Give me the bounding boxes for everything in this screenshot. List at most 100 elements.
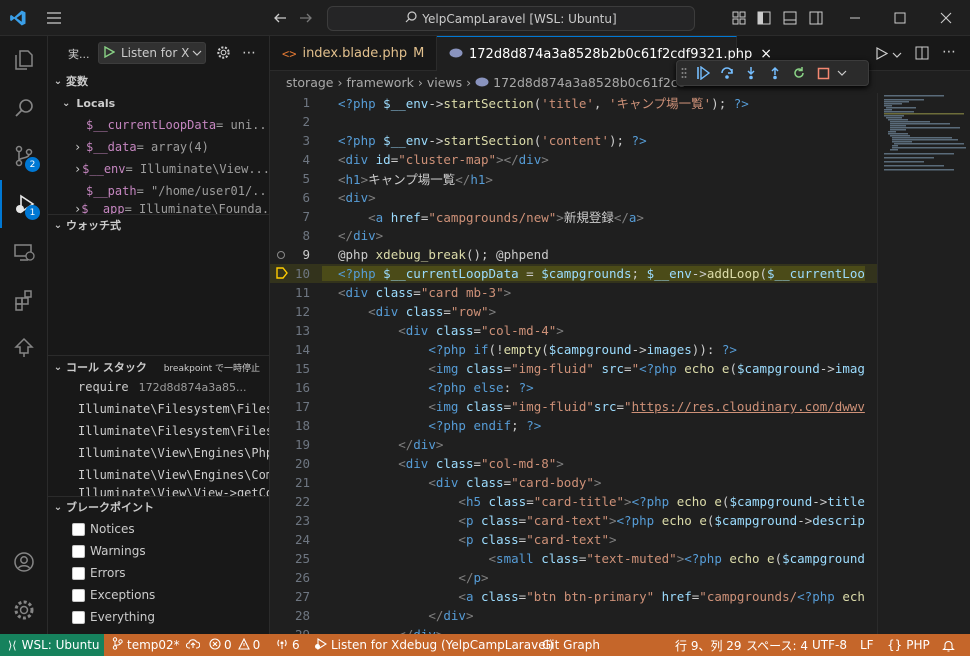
line-number[interactable]: 18 bbox=[270, 418, 322, 433]
breadcrumb-item[interactable]: views bbox=[427, 75, 462, 90]
code-line[interactable]: 16 <?php else: ?> bbox=[270, 378, 877, 397]
breakpoints-section-header[interactable]: ⌄ ブレークポイント bbox=[48, 496, 269, 518]
line-number[interactable]: 12 bbox=[270, 304, 322, 319]
variable-row[interactable]: $__path = "/home/user01/... bbox=[48, 180, 269, 202]
back-arrow-icon[interactable] bbox=[270, 8, 290, 28]
code-line[interactable]: 20 <div class="col-md-8"> bbox=[270, 454, 877, 473]
run-debug-icon[interactable]: 1 bbox=[0, 180, 48, 228]
line-number[interactable]: 4 bbox=[270, 152, 322, 167]
line-number[interactable]: 20 bbox=[270, 456, 322, 471]
breadcrumb-item[interactable]: 172d8d874a3a8528b0c61f2cc bbox=[493, 75, 684, 90]
git-graph-icon[interactable] bbox=[0, 324, 48, 372]
debug-status[interactable]: Listen for Xdebug (YelpCampLaravel) bbox=[314, 634, 554, 656]
callstack-frame[interactable]: require 172d8d874a3a85... bbox=[48, 376, 269, 398]
code-editor[interactable]: 1 <?php $__env->startSection('title', 'キャ… bbox=[270, 93, 877, 634]
line-number[interactable]: 6 bbox=[270, 190, 322, 205]
code-line[interactable]: 24 <p class="card-text"> bbox=[270, 530, 877, 549]
toggle-sidebar-icon[interactable] bbox=[755, 9, 773, 27]
breakpoint-item[interactable]: Errors bbox=[48, 562, 269, 584]
line-number[interactable]: 2 bbox=[270, 114, 322, 129]
variable-row[interactable]: › $__env = Illuminate\View... bbox=[48, 158, 269, 180]
code-line[interactable]: 22 <h5 class="card-title"><?php echo e($… bbox=[270, 492, 877, 511]
callstack-frame[interactable]: Illuminate\View\Engines\Php bbox=[48, 442, 269, 464]
breadcrumb-item[interactable]: framework bbox=[347, 75, 414, 90]
step-out-icon[interactable] bbox=[763, 61, 787, 85]
line-number[interactable]: 17 bbox=[270, 399, 322, 414]
code-line[interactable]: 19 </div> bbox=[270, 435, 877, 454]
line-number[interactable]: 9 bbox=[270, 247, 322, 262]
code-line[interactable]: 9 @php xdebug_break(); @phpend bbox=[270, 245, 877, 264]
line-number[interactable]: 8 bbox=[270, 228, 322, 243]
callstack-frame[interactable]: Illuminate\Filesystem\Files bbox=[48, 398, 269, 420]
more-actions-icon[interactable]: ⋯ bbox=[942, 44, 956, 60]
chevron-down-icon[interactable] bbox=[892, 48, 902, 62]
line-number[interactable]: 29 bbox=[270, 627, 322, 634]
breakpoint-item[interactable]: Warnings bbox=[48, 540, 269, 562]
line-number[interactable]: 5 bbox=[270, 171, 322, 186]
line-number[interactable]: 7 bbox=[270, 209, 322, 224]
line-number[interactable]: 27 bbox=[270, 589, 322, 604]
step-over-icon[interactable] bbox=[715, 61, 739, 85]
callstack-section-header[interactable]: ⌄ コール スタック breakpoint で一時停止 bbox=[48, 356, 269, 378]
code-line[interactable]: 2 bbox=[270, 112, 877, 131]
extensions-icon[interactable] bbox=[0, 276, 48, 324]
toggle-secondary-sidebar-icon[interactable] bbox=[807, 9, 825, 27]
line-number[interactable]: 3 bbox=[270, 133, 322, 148]
callstack-frame[interactable]: Illuminate\Filesystem\Files bbox=[48, 420, 269, 442]
code-line[interactable]: 26 </p> bbox=[270, 568, 877, 587]
variable-row[interactable]: $__currentLoopData = uni... bbox=[48, 114, 269, 136]
line-number[interactable]: 21 bbox=[270, 475, 322, 490]
indentation-status[interactable]: スペース: 4 bbox=[746, 634, 808, 656]
source-control-icon[interactable]: 2 bbox=[0, 132, 48, 180]
watch-section-header[interactable]: ⌄ ウォッチ式 bbox=[48, 214, 269, 236]
current-execution-line[interactable]: 10 <?php $__currentLoopData = $campground… bbox=[270, 264, 877, 283]
toggle-panel-icon[interactable] bbox=[781, 9, 799, 27]
breakpoint-item[interactable]: Everything bbox=[48, 606, 269, 628]
language-status[interactable]: {} PHP bbox=[887, 634, 930, 656]
variable-row[interactable]: › $__data = array(4) bbox=[48, 136, 269, 158]
locals-scope[interactable]: ⌄ Locals bbox=[48, 92, 269, 114]
stop-icon[interactable] bbox=[811, 61, 835, 85]
debug-settings-gear-icon[interactable] bbox=[216, 45, 231, 63]
line-number[interactable]: 10 bbox=[270, 266, 322, 281]
forward-arrow-icon[interactable] bbox=[296, 8, 316, 28]
remote-indicator[interactable]: ⟩⟨ WSL: Ubuntu bbox=[0, 634, 104, 656]
explorer-icon[interactable] bbox=[0, 36, 48, 84]
line-number[interactable]: 16 bbox=[270, 380, 322, 395]
variables-section-header[interactable]: ⌄ 変数 bbox=[48, 70, 269, 92]
code-line[interactable]: 27 <a class="btn btn-primary" href="camp… bbox=[270, 587, 877, 606]
breakpoint-checkbox[interactable] bbox=[72, 588, 85, 602]
cursor-position[interactable]: 行 9、列 29 bbox=[675, 634, 742, 656]
line-number[interactable]: 22 bbox=[270, 494, 322, 509]
run-file-icon[interactable] bbox=[876, 46, 889, 63]
step-into-icon[interactable] bbox=[739, 61, 763, 85]
continue-icon[interactable] bbox=[691, 61, 715, 85]
variable-row[interactable]: › $__app = Illuminate\Founda... bbox=[48, 202, 269, 214]
code-line[interactable]: 6 <div> bbox=[270, 188, 877, 207]
close-window-icon[interactable] bbox=[936, 8, 956, 28]
code-line[interactable]: 7 <a href="campgrounds/new">新規登録</a> bbox=[270, 207, 877, 226]
breakpoint-checkbox[interactable] bbox=[72, 610, 85, 624]
line-number[interactable]: 24 bbox=[270, 532, 322, 547]
code-line[interactable]: 29 </div> bbox=[270, 625, 877, 634]
code-line[interactable]: 12 <div class="row"> bbox=[270, 302, 877, 321]
line-number[interactable]: 28 bbox=[270, 608, 322, 623]
customize-layout-icon[interactable] bbox=[730, 9, 748, 27]
line-number[interactable]: 25 bbox=[270, 551, 322, 566]
code-line[interactable]: 5 <h1>キャンプ場一覧</h1> bbox=[270, 169, 877, 188]
line-number[interactable]: 26 bbox=[270, 570, 322, 585]
line-number[interactable]: 23 bbox=[270, 513, 322, 528]
drag-handle-icon[interactable] bbox=[677, 61, 691, 85]
line-number[interactable]: 14 bbox=[270, 342, 322, 357]
split-editor-icon[interactable] bbox=[915, 46, 929, 63]
code-line[interactable]: 13 <div class="col-md-4"> bbox=[270, 321, 877, 340]
code-line[interactable]: 1 <?php $__env->startSection('title', 'キャ… bbox=[270, 93, 877, 112]
remote-explorer-icon[interactable] bbox=[0, 228, 48, 276]
code-line[interactable]: 4 <div id="cluster-map"></div> bbox=[270, 150, 877, 169]
sync-cloud-icon[interactable] bbox=[185, 638, 200, 652]
code-line[interactable]: 25 <small class="text-muted"><?php echo … bbox=[270, 549, 877, 568]
eol-status[interactable]: LF bbox=[860, 634, 874, 656]
code-line[interactable]: 8 </div> bbox=[270, 226, 877, 245]
encoding-status[interactable]: UTF-8 bbox=[812, 634, 847, 656]
breakpoint-item[interactable]: Exceptions bbox=[48, 584, 269, 606]
